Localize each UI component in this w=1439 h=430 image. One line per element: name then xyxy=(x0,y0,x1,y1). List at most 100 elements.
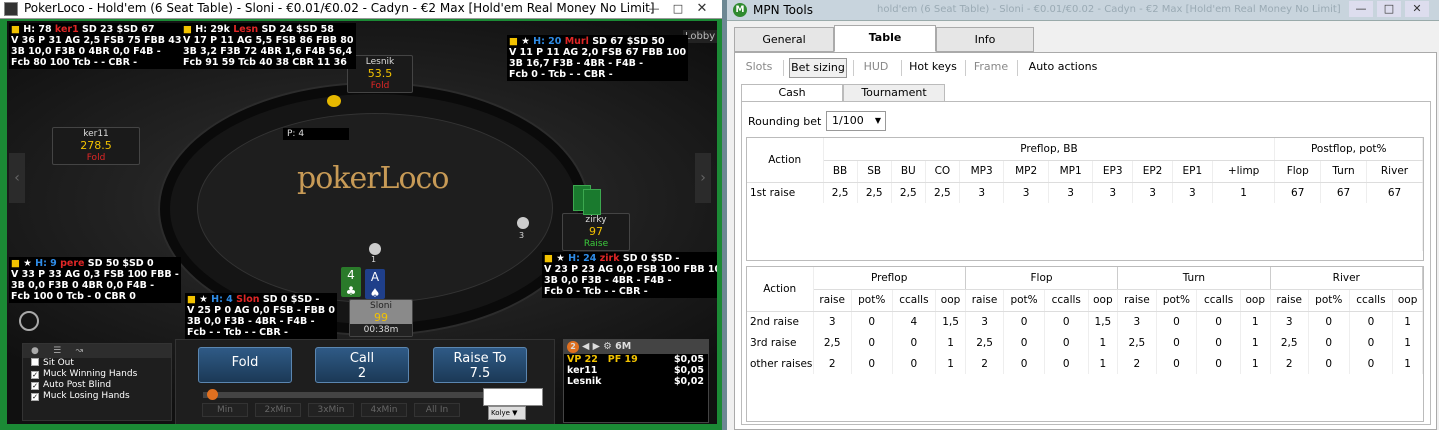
next-arrow-icon[interactable]: ▶ xyxy=(593,341,600,352)
mpn-close-button[interactable]: ✕ xyxy=(1405,1,1429,17)
column-header: ccalls xyxy=(892,289,937,312)
table-cell: 2,5 xyxy=(813,332,852,353)
column-header: BU xyxy=(891,160,926,183)
action-header: Action xyxy=(747,138,824,183)
seat-ker11[interactable]: ker11 278.5 Fold xyxy=(52,127,140,165)
table-cell: 1 xyxy=(1392,332,1423,353)
table-cell: 0 xyxy=(1003,332,1045,353)
subtab-bet-sizing[interactable]: Bet sizing xyxy=(789,58,847,78)
zirky-card-back xyxy=(583,189,601,215)
currency-select[interactable]: Kolye ▼ xyxy=(488,406,526,420)
column-header: ccalls xyxy=(1196,289,1241,312)
hud-pere[interactable]: ■ ★ H: 9 pere SD 50 $SD 0 V 33 P 33 AG 0… xyxy=(9,257,181,303)
fold-button[interactable]: Fold xyxy=(198,347,292,383)
raise-to-button[interactable]: Raise To 7.5 xyxy=(433,347,527,383)
table-row: other raises 2 0 0 1 2 0 0 1 2 0 0 1 2 0 0 1 xyxy=(747,353,1423,374)
subtab-frame[interactable]: Frame xyxy=(971,58,1011,78)
chat-icon[interactable]: ● xyxy=(31,346,39,356)
street-header: River xyxy=(1270,267,1423,290)
prev-arrow-icon[interactable]: ◀ xyxy=(582,341,589,352)
rounding-label: Rounding bet : xyxy=(748,115,829,128)
table-cell: 1 xyxy=(935,332,966,353)
table-cell: 2,5 xyxy=(1270,332,1309,353)
sit-out-checkbox[interactable]: Sit Out xyxy=(23,358,171,369)
table-cell: 0 xyxy=(1003,311,1045,332)
minimize-button[interactable]: — xyxy=(642,1,666,17)
seat-zirky[interactable]: zirky 97 Raise xyxy=(562,213,630,251)
background-window-title: hold'em (6 Seat Table) - Sloni - €0.01/€… xyxy=(877,4,1341,15)
call-button[interactable]: Call 2 xyxy=(315,347,409,383)
hud-slon[interactable]: ■ ★ H: 4 Slon SD 0 $SD - V 25 P 0 AG 0,0… xyxy=(185,293,337,339)
preset-4xmin-button[interactable]: 4xMin xyxy=(361,403,407,417)
muck-winning-checkbox[interactable]: ✓ Muck Winning Hands xyxy=(23,369,171,380)
table-cell: 2,5 xyxy=(823,182,858,203)
preset-min-button[interactable]: Min xyxy=(202,403,248,417)
column-header: ccalls xyxy=(1349,289,1394,312)
column-header: CO xyxy=(925,160,960,183)
column-header: pot% xyxy=(851,289,893,312)
preset-3xmin-button[interactable]: 3xMin xyxy=(308,403,354,417)
subtab-hot-keys[interactable]: Hot keys xyxy=(907,58,959,78)
raise-sizing-table: Action Preflop Flop Turn River raise pot% ccal… xyxy=(746,266,1424,422)
cash-panel: Rounding bet : 1/100 ▼ Action Preflop, BB P… xyxy=(741,101,1431,425)
table-cell: 1 xyxy=(1212,182,1276,203)
tab-general[interactable]: General xyxy=(734,27,834,52)
auto-post-blind-checkbox[interactable]: ✓ Auto Post Blind xyxy=(23,380,171,391)
tab-table[interactable]: Table xyxy=(834,25,936,52)
seat-sloni[interactable]: Sloni 99 00:38m xyxy=(349,299,413,337)
table-brand-logo: pokerLoco xyxy=(297,161,449,196)
hud-zirk[interactable]: ■ ★ H: 24 zirk SD 0 $SD - V 23 P 23 AG 0… xyxy=(542,252,717,298)
table-cell: 1 xyxy=(935,353,966,374)
subtab-slots[interactable]: Slots xyxy=(741,58,777,78)
history-clock-icon[interactable] xyxy=(19,311,39,331)
column-header: oop xyxy=(1392,289,1423,312)
table-row: 2nd raise 3 0 4 1,5 3 0 0 1,5 3 0 0 1 3 0 0 1 xyxy=(747,311,1423,332)
table-cell: 1 xyxy=(1088,353,1119,374)
subtab-auto-actions[interactable]: Auto actions xyxy=(1023,58,1103,78)
seat-lesnik[interactable]: Lesnik 53.5 Fold xyxy=(347,55,413,93)
heart-icon xyxy=(327,95,341,107)
dealer-chip-icon xyxy=(369,243,381,255)
table-cell: 0 xyxy=(1196,311,1241,332)
bet-slider[interactable] xyxy=(203,392,483,398)
table-cell: 0 xyxy=(1044,332,1089,353)
subtab-hud[interactable]: HUD xyxy=(859,58,893,78)
table-cell: 2 xyxy=(813,353,852,374)
poker-title-bar[interactable]: PokerLoco - Hold'em (6 Seat Table) - Slo… xyxy=(0,0,722,19)
mpn-minimize-button[interactable]: — xyxy=(1349,1,1373,17)
table-cell: 67 xyxy=(1366,182,1423,203)
stats-icon[interactable]: ↝ xyxy=(76,346,84,356)
list-icon[interactable]: ☰ xyxy=(53,346,61,356)
tab-info[interactable]: Info xyxy=(936,27,1034,52)
mpn-title-bar[interactable]: M MPN Tools hold'em (6 Seat Table) - Slo… xyxy=(727,0,1439,21)
maximize-button[interactable]: □ xyxy=(666,1,690,17)
poker-window-title: PokerLoco - Hold'em (6 Seat Table) - Slo… xyxy=(24,1,655,15)
bet-slider-handle[interactable] xyxy=(207,389,218,400)
muck-losing-checkbox[interactable]: ✓ Muck Losing Hands xyxy=(23,391,171,402)
table-cell: 3 xyxy=(959,182,1005,203)
tab-tournament[interactable]: Tournament xyxy=(843,84,945,102)
street-header: Turn xyxy=(1117,267,1271,290)
mpn-maximize-button[interactable]: □ xyxy=(1377,1,1401,17)
column-header: MP2 xyxy=(1003,160,1049,183)
close-button[interactable]: ✕ xyxy=(690,1,714,17)
preset-2xmin-button[interactable]: 2xMin xyxy=(255,403,301,417)
hud-lesnik[interactable]: ■ H: 29k Lesn SD 24 $SD 58 V 17 P 11 AG … xyxy=(181,23,356,69)
table-cell: 0 xyxy=(1308,311,1350,332)
table-cell: 1 xyxy=(1240,311,1271,332)
next-table-arrow-icon[interactable]: › xyxy=(695,153,711,203)
column-header: oop xyxy=(1088,289,1119,312)
street-header: Flop xyxy=(965,267,1119,290)
hero-card: A ♠ xyxy=(365,269,385,300)
rounding-select[interactable]: 1/100 ▼ xyxy=(826,111,886,131)
hud-murl[interactable]: ■ ★ H: 20 Murl SD 67 $SD 50 V 11 P 11 AG… xyxy=(507,35,689,81)
table-cell: 1,5 xyxy=(1088,311,1119,332)
hud-ker11[interactable]: ■ H: 78 ker1 SD 23 $SD 67 V 36 P 31 AG 2… xyxy=(9,23,184,69)
column-header: pot% xyxy=(1308,289,1350,312)
prev-table-arrow-icon[interactable]: ‹ xyxy=(9,153,25,203)
table-cell: 0 xyxy=(892,332,937,353)
preset-all-in-button[interactable]: All In xyxy=(414,403,460,417)
bet-amount-input[interactable] xyxy=(483,388,543,406)
table-cell: 0 xyxy=(1196,332,1241,353)
gear-icon[interactable]: ⚙ xyxy=(603,341,612,352)
